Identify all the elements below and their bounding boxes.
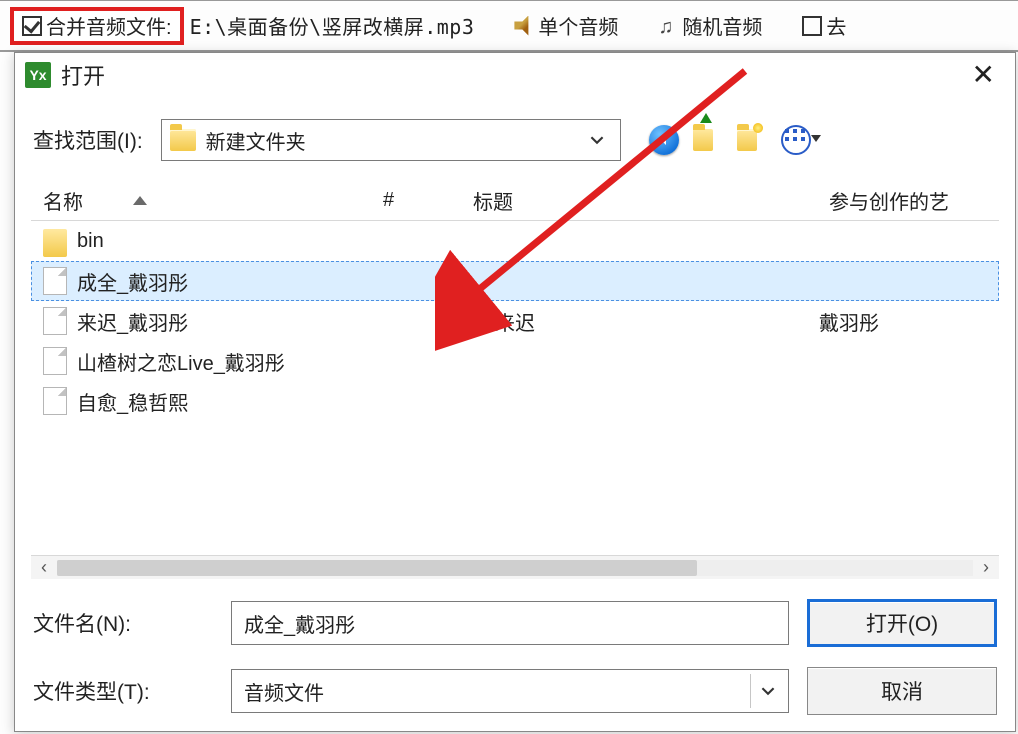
chevron-down-icon (811, 135, 821, 142)
new-folder-button[interactable] (737, 125, 767, 155)
column-artist[interactable]: 参与创作的艺 (817, 186, 997, 215)
dialog-title: 打开 (61, 59, 962, 91)
file-artist: 戴羽彤 (819, 307, 999, 336)
sort-ascending-icon (133, 196, 147, 205)
file-icon (43, 347, 67, 375)
random-audio-button[interactable]: 随机音频 (658, 11, 762, 40)
column-name[interactable]: 名称 (31, 186, 371, 215)
file-row[interactable]: 山楂树之恋Live_戴羽彤 (31, 341, 999, 381)
merge-audio-checkbox-highlight: 合并音频文件: (10, 7, 184, 45)
dialog-titlebar: Yx 打开 ✕ (15, 53, 1015, 97)
file-icon (43, 387, 67, 415)
cancel-button-label: 取消 (881, 676, 923, 706)
file-name: 自愈_稳哲熙 (77, 387, 405, 416)
trailing-label: 去 (826, 11, 846, 40)
arrow-up-icon (700, 113, 712, 123)
merge-audio-checkbox[interactable] (22, 16, 42, 36)
folder-icon (43, 229, 67, 257)
trailing-checkbox[interactable] (802, 16, 822, 36)
nav-back-button[interactable] (649, 125, 679, 155)
folder-icon (170, 129, 196, 151)
view-menu-button[interactable] (781, 125, 811, 155)
horizontal-scrollbar[interactable]: ‹ › (31, 555, 999, 579)
audio-path-field[interactable]: E:\桌面备份\竖屏改横屏.mp3 (190, 11, 475, 40)
file-row[interactable]: 来迟_戴羽彤 来迟戴羽彤 (31, 301, 999, 341)
cancel-button[interactable]: 取消 (807, 667, 997, 715)
column-name-label: 名称 (43, 186, 83, 215)
scroll-right-button[interactable]: › (973, 557, 999, 579)
dialog-bottom: 文件名(N): 成全_戴羽彤 打开(O) 文件类型(T): 音频文件 取消 (15, 579, 1015, 731)
filename-value: 成全_戴羽彤 (244, 609, 355, 638)
file-name: bin (77, 230, 405, 253)
file-list: 名称 # 标题 参与创作的艺 bin 成全_戴羽彤来迟_戴羽彤 来迟戴羽彤山楂树之恋… (31, 181, 999, 579)
column-number[interactable]: # (371, 189, 461, 212)
file-name: 来迟_戴羽彤 (77, 307, 405, 336)
file-name: 成全_戴羽彤 (77, 267, 405, 296)
scroll-thumb[interactable] (57, 560, 697, 576)
lookin-combo[interactable]: 新建文件夹 (161, 119, 621, 161)
column-title[interactable]: 标题 (461, 186, 817, 215)
folder-up-icon (693, 129, 713, 151)
file-list-body[interactable]: bin 成全_戴羽彤来迟_戴羽彤 来迟戴羽彤山楂树之恋Live_戴羽彤自愈_稳哲熙 (31, 221, 999, 555)
music-note-icon (658, 16, 678, 36)
file-list-header: 名称 # 标题 参与创作的艺 (31, 181, 999, 221)
speaker-icon (514, 16, 534, 36)
merge-audio-label: 合并音频文件: (46, 11, 172, 40)
open-button[interactable]: 打开(O) (807, 599, 997, 647)
random-audio-label: 随机音频 (682, 11, 762, 40)
file-row[interactable]: bin (31, 221, 999, 261)
chevron-down-icon[interactable] (582, 125, 612, 155)
lookin-value: 新建文件夹 (206, 126, 306, 155)
open-button-label: 打开(O) (866, 608, 938, 638)
file-title: 来迟 (495, 307, 819, 336)
file-name: 山楂树之恋Live_戴羽彤 (77, 347, 405, 376)
file-row[interactable]: 成全_戴羽彤 (31, 261, 999, 301)
app-icon: Yx (25, 62, 51, 88)
file-icon (43, 267, 67, 295)
background-toolbar: 合并音频文件: E:\桌面备份\竖屏改横屏.mp3 单个音频 随机音频 去 (0, 0, 1018, 52)
scroll-left-button[interactable]: ‹ (31, 557, 57, 579)
new-folder-icon (737, 129, 757, 151)
close-button[interactable]: ✕ (962, 59, 1005, 91)
filetype-label: 文件类型(T): (33, 676, 213, 706)
nav-up-button[interactable] (693, 125, 723, 155)
single-audio-button[interactable]: 单个音频 (514, 11, 618, 40)
open-file-dialog: Yx 打开 ✕ 查找范围(I): 新建文件夹 (14, 52, 1016, 732)
chevron-down-icon[interactable] (750, 674, 784, 708)
filetype-combo[interactable]: 音频文件 (231, 669, 789, 713)
filename-label: 文件名(N): (33, 608, 213, 638)
filetype-value: 音频文件 (244, 677, 324, 706)
file-icon (43, 307, 67, 335)
lookin-label: 查找范围(I): (33, 125, 143, 155)
file-row[interactable]: 自愈_稳哲熙 (31, 381, 999, 421)
single-audio-label: 单个音频 (538, 11, 618, 40)
filename-input[interactable]: 成全_戴羽彤 (231, 601, 789, 645)
nav-tool-icons (649, 125, 811, 155)
lookin-row: 查找范围(I): 新建文件夹 (15, 97, 1015, 173)
scroll-track[interactable] (57, 560, 973, 576)
